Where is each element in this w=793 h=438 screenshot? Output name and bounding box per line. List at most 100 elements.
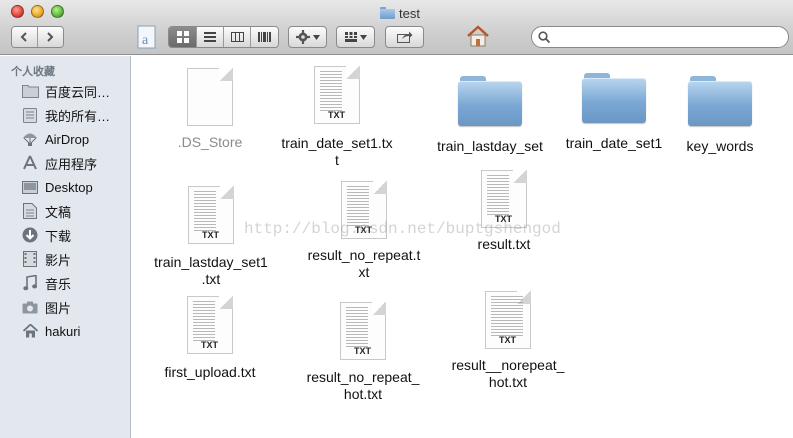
doc-type-tag: TXT: [328, 110, 345, 120]
zoom-window-button[interactable]: [51, 5, 64, 18]
file-name: result.txt: [477, 236, 531, 252]
music-icon: [21, 275, 39, 291]
txt-document-icon: TXT: [340, 302, 386, 360]
documents-icon: [21, 203, 39, 219]
file-name: train_lastday_set1 .txt: [154, 254, 268, 287]
sidebar-item-all-my-files[interactable]: 我的所有…: [0, 104, 131, 126]
close-window-button[interactable]: [11, 5, 24, 18]
coverflow-view-button[interactable]: [251, 27, 278, 47]
file-item-result-txt[interactable]: TXT result.txt: [454, 170, 554, 253]
forward-button[interactable]: [37, 27, 63, 47]
arrange-menu-button[interactable]: [336, 26, 375, 48]
sidebar-item-applications[interactable]: 应用程序: [0, 152, 131, 174]
file-name: first_upload.txt: [164, 364, 256, 380]
doc-type-tag: TXT: [201, 340, 218, 350]
watermark-text: http://blog.csdn.net/buptgshengod: [244, 220, 561, 238]
toolbar: test a: [0, 0, 793, 55]
icon-view-icon: [176, 31, 189, 43]
folder-icon: [582, 73, 646, 123]
home-button[interactable]: [466, 24, 490, 48]
blank-document-icon: [187, 68, 233, 126]
sidebar-item-label: 我的所有…: [45, 108, 111, 124]
share-icon: [396, 31, 412, 43]
pictures-icon: [21, 299, 39, 315]
sidebar-item-label: Desktop: [45, 179, 93, 195]
search-field[interactable]: [531, 26, 789, 48]
file-name: result_no_repeat_ hot.txt: [306, 369, 420, 402]
action-menu-button[interactable]: [288, 26, 327, 48]
finder-window: test a 个人收藏 百度云同… 我的所有… AirDrop 应用程序 Des…: [0, 0, 793, 438]
search-input[interactable]: [554, 30, 788, 44]
folder-icon: [458, 76, 522, 126]
column-view-button[interactable]: [224, 27, 251, 47]
txt-document-icon: TXT: [485, 291, 531, 349]
sidebar-item-airdrop[interactable]: AirDrop: [0, 128, 131, 150]
sidebar-item-label: 下载: [45, 228, 72, 244]
folder-name: key_words: [686, 138, 754, 154]
file-name: train_date_set1.tx t: [281, 135, 393, 168]
sidebar-item-label: 图片: [45, 300, 72, 316]
home-icon: [467, 25, 489, 47]
folder-icon: [380, 7, 395, 19]
airdrop-icon: [21, 131, 39, 147]
txt-document-icon: TXT: [314, 66, 360, 124]
file-name: result_no_repeat.t xt: [307, 247, 421, 280]
share-button[interactable]: [385, 26, 424, 48]
sidebar-item-label: 音乐: [45, 276, 72, 292]
sidebar-item-documents[interactable]: 文稿: [0, 200, 131, 222]
sidebar-item-downloads[interactable]: 下载: [0, 224, 131, 246]
coverflow-view-icon: [258, 32, 271, 42]
icon-view-button[interactable]: [169, 27, 197, 47]
sidebar-item-movies[interactable]: 影片: [0, 248, 131, 270]
sidebar-item-label: AirDrop: [45, 131, 90, 147]
sidebar-item-label: hakuri: [45, 323, 81, 339]
movies-icon: [21, 251, 39, 267]
textedit-icon[interactable]: a: [137, 25, 157, 49]
sidebar: 个人收藏 百度云同… 我的所有… AirDrop 应用程序 Desktop 文稿…: [0, 56, 131, 438]
list-view-icon: [204, 32, 216, 42]
chevron-down-icon: [312, 34, 320, 40]
sidebar-item-label: 应用程序: [45, 156, 98, 172]
nav-buttons: [11, 26, 64, 48]
chevron-right-icon: [47, 32, 54, 42]
back-button[interactable]: [12, 27, 38, 47]
file-name: result__norepeat_ hot.txt: [451, 357, 565, 390]
window-title: test: [380, 5, 420, 21]
gear-icon: [295, 30, 310, 44]
doc-type-tag: TXT: [202, 230, 219, 240]
sidebar-item-desktop[interactable]: Desktop: [0, 176, 131, 198]
doc-type-tag: TXT: [499, 335, 516, 345]
file-item-first-upload-txt[interactable]: TXT first_upload.txt: [148, 296, 272, 381]
sidebar-item-pictures[interactable]: 图片: [0, 296, 131, 318]
file-item-result-norepeat-hot-txt[interactable]: TXT result__norepeat_ hot.txt: [438, 291, 578, 391]
file-item-train-date-set1-txt[interactable]: TXT train_date_set1.tx t: [277, 66, 397, 169]
folder-item-train-lastday-set[interactable]: train_lastday_set: [426, 76, 554, 155]
file-name: .DS_Store: [177, 134, 243, 150]
folder-item-key-words[interactable]: key_words: [676, 76, 764, 155]
list-view-button[interactable]: [197, 27, 224, 47]
column-view-icon: [230, 32, 244, 42]
desktop-icon: [21, 179, 39, 195]
sidebar-item-hakuri[interactable]: hakuri: [0, 320, 131, 342]
home-icon: [21, 323, 39, 339]
sidebar-item-music[interactable]: 音乐: [0, 272, 131, 294]
sidebar-item-baidu-cloud[interactable]: 百度云同…: [0, 80, 131, 102]
file-item-result-no-repeat-hot-txt[interactable]: TXT result_no_repeat_ hot.txt: [294, 302, 432, 403]
sidebar-header: 个人收藏: [11, 66, 55, 78]
window-title-text: test: [399, 5, 420, 21]
svg-text:a: a: [142, 33, 149, 48]
txt-document-icon: TXT: [187, 296, 233, 354]
sidebar-item-label: 影片: [45, 252, 72, 268]
search-icon: [538, 31, 550, 43]
chevron-down-icon: [359, 34, 367, 40]
folder-name: train_lastday_set: [437, 138, 543, 154]
folder-item-train-date-set1[interactable]: train_date_set1: [556, 73, 672, 152]
folder-icon: [21, 83, 39, 99]
folder-icon: [688, 76, 752, 126]
minimize-window-button[interactable]: [31, 5, 44, 18]
file-item-ds-store[interactable]: .DS_Store: [170, 66, 250, 151]
doc-type-tag: TXT: [354, 346, 371, 356]
applications-icon: [21, 155, 39, 171]
view-mode-selector: [168, 26, 279, 48]
downloads-icon: [21, 227, 39, 243]
